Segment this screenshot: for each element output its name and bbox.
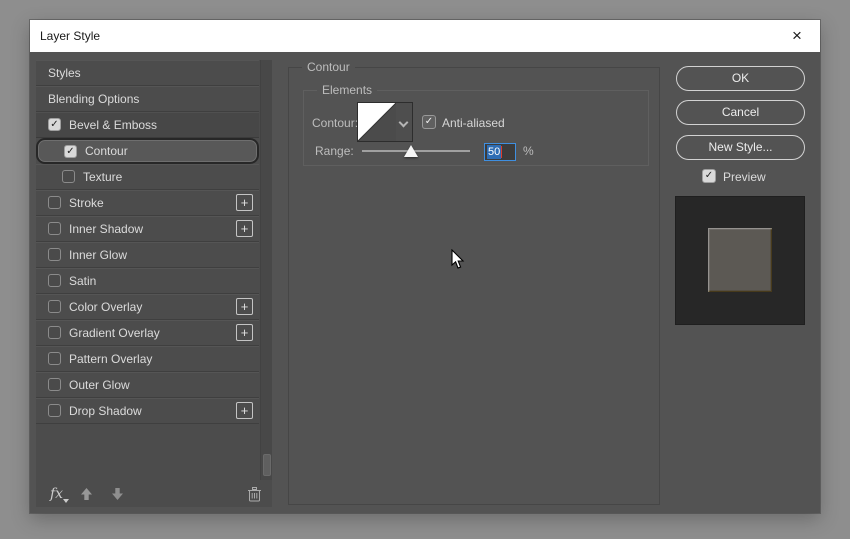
add-inner-shadow-instance-icon[interactable]: +	[236, 220, 253, 237]
sidebar-item-inner-glow[interactable]: Inner Glow	[36, 242, 259, 268]
layer-style-dialog: Layer Style × Styles Blending Options ✓ Bev…	[30, 20, 820, 513]
sidebar-item-label: Satin	[69, 273, 97, 288]
inner-glow-checkbox[interactable]	[48, 248, 61, 261]
sidebar-item-label: Styles	[48, 65, 81, 80]
photoshop-canvas-backdrop: { "window": { "title": "Layer Style" }, …	[0, 0, 850, 539]
sidebar-item-color-overlay[interactable]: Color Overlay +	[36, 294, 259, 320]
anti-aliased-label: Anti-aliased	[442, 116, 505, 130]
sidebar-item-gradient-overlay[interactable]: Gradient Overlay +	[36, 320, 259, 346]
fx-add-style-icon[interactable]: fx	[50, 486, 70, 503]
gradient-overlay-checkbox[interactable]	[48, 326, 61, 339]
ok-button[interactable]: OK	[676, 66, 805, 91]
style-preview-thumbnail	[675, 196, 805, 325]
anti-aliased-checkbox[interactable]: ✓	[422, 115, 436, 129]
sidebar-item-texture[interactable]: Texture	[36, 164, 259, 190]
sidebar-item-label: Color Overlay	[69, 299, 143, 314]
add-color-overlay-instance-icon[interactable]: +	[236, 298, 253, 315]
preview-beveled-square	[708, 228, 772, 292]
bevel-emboss-checkbox[interactable]: ✓	[48, 118, 61, 131]
sidebar-item-label: Gradient Overlay	[69, 325, 160, 340]
sidebar-item-label: Contour	[85, 144, 128, 158]
add-stroke-instance-icon[interactable]: +	[236, 194, 253, 211]
contour-checkbox[interactable]: ✓	[64, 144, 77, 158]
dialog-title: Layer Style	[40, 29, 101, 43]
contour-thumbnail[interactable]	[357, 102, 397, 142]
sidebar-item-label: Outer Glow	[69, 377, 130, 392]
contour-panel: Contour Elements Contour: ✓ Anti-aliased	[288, 60, 660, 505]
preview-label: Preview	[723, 170, 766, 184]
contour-picker-label: Contour:	[312, 116, 359, 130]
sidebar-item-blending-options[interactable]: Blending Options	[36, 86, 259, 112]
sidebar-item-styles[interactable]: Styles	[36, 60, 259, 86]
move-up-icon[interactable]	[79, 487, 94, 501]
sidebar-item-label: Drop Shadow	[69, 403, 142, 418]
sidebar-item-outer-glow[interactable]: Outer Glow	[36, 372, 259, 398]
range-label: Range:	[315, 144, 354, 158]
elements-group-label: Elements	[317, 83, 378, 97]
new-style-button[interactable]: New Style...	[676, 135, 805, 160]
range-slider-thumb[interactable]	[404, 145, 418, 157]
outer-glow-checkbox[interactable]	[48, 378, 61, 391]
scrollbar-thumb[interactable]	[263, 454, 271, 476]
sidebar-item-label: Stroke	[69, 195, 104, 210]
texture-checkbox[interactable]	[62, 170, 75, 183]
cancel-button[interactable]: Cancel	[676, 100, 805, 125]
stroke-checkbox[interactable]	[48, 196, 61, 209]
sidebar-toolbar: fx	[36, 480, 272, 507]
elements-group: Elements Contour: ✓ Anti-aliased Range:	[303, 83, 649, 166]
sidebar-item-label: Bevel & Emboss	[69, 117, 158, 132]
drop-shadow-checkbox[interactable]	[48, 404, 61, 417]
contour-picker-dropdown[interactable]	[396, 102, 413, 142]
sidebar-item-pattern-overlay[interactable]: Pattern Overlay	[36, 346, 259, 372]
color-overlay-checkbox[interactable]	[48, 300, 61, 313]
satin-checkbox[interactable]	[48, 274, 61, 287]
range-unit: %	[523, 144, 534, 158]
sidebar-item-label: Texture	[83, 169, 123, 184]
sidebar-item-label: Pattern Overlay	[69, 351, 153, 366]
add-drop-shadow-instance-icon[interactable]: +	[236, 402, 253, 419]
add-gradient-overlay-instance-icon[interactable]: +	[236, 324, 253, 341]
sidebar-item-bevel-emboss[interactable]: ✓ Bevel & Emboss	[36, 112, 259, 138]
sidebar-item-drop-shadow[interactable]: Drop Shadow +	[36, 398, 259, 424]
close-icon[interactable]: ×	[780, 20, 814, 52]
pattern-overlay-checkbox[interactable]	[48, 352, 61, 365]
sidebar-item-contour[interactable]: ✓ Contour	[36, 138, 259, 164]
delete-style-icon[interactable]	[247, 486, 262, 502]
sidebar-scrollbar[interactable]	[260, 60, 272, 480]
move-down-icon[interactable]	[110, 487, 125, 501]
inner-shadow-checkbox[interactable]	[48, 222, 61, 235]
sidebar-item-label: Blending Options	[48, 91, 140, 106]
sidebar-item-inner-shadow[interactable]: Inner Shadow +	[36, 216, 259, 242]
style-list: Styles Blending Options ✓ Bevel & Emboss ✓ Co…	[36, 60, 259, 424]
dialog-titlebar[interactable]: Layer Style ×	[30, 20, 820, 52]
dialog-body: Styles Blending Options ✓ Bevel & Emboss ✓ Co…	[30, 52, 820, 513]
text-caret	[501, 146, 503, 158]
sidebar-item-satin[interactable]: Satin	[36, 268, 259, 294]
sidebar-item-label: Inner Glow	[69, 247, 128, 262]
styles-sidebar: Styles Blending Options ✓ Bevel & Emboss ✓ Co…	[36, 60, 272, 507]
range-input[interactable]: 50	[484, 143, 516, 161]
preview-checkbox[interactable]: ✓	[702, 169, 716, 183]
contour-panel-label: Contour	[302, 60, 355, 74]
range-value-selected-text: 50	[487, 145, 502, 159]
sidebar-item-label: Inner Shadow	[69, 221, 144, 236]
chevron-down-icon	[398, 117, 409, 128]
sidebar-item-stroke[interactable]: Stroke +	[36, 190, 259, 216]
